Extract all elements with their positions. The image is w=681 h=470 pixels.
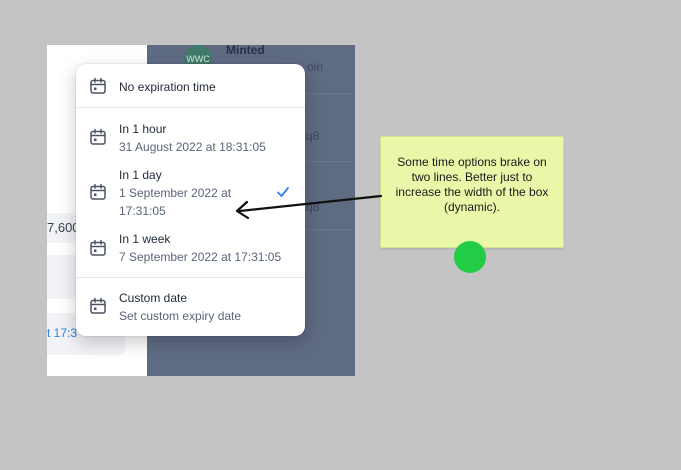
option-title: In 1 hour	[119, 122, 167, 136]
row-fragment: q8	[306, 129, 320, 143]
option-subtitle: Set custom expiry date	[119, 309, 242, 323]
option-title: Custom date	[119, 291, 188, 305]
calendar-icon	[90, 183, 106, 200]
option-1-week[interactable]: In 1 week 7 September 2022 at 17:31:05	[76, 222, 305, 276]
annotation-note: Some time options brake on two lines. Be…	[380, 136, 564, 248]
option-subtitle: 7 September 2022 at 17:31:05	[119, 250, 282, 264]
expiration-dropdown: No expiration time In 1 hour 31 August 2…	[76, 64, 305, 336]
calendar-icon	[90, 297, 106, 314]
option-1-hour[interactable]: In 1 hour 31 August 2022 at 18:31:05	[76, 108, 305, 156]
option-1-day[interactable]: In 1 day 1 September 2022 at 17:31:05	[76, 156, 305, 222]
expiry-field-value[interactable]: t 17:3	[47, 326, 77, 340]
option-custom-date[interactable]: Custom date Set custom expiry date	[76, 278, 305, 334]
calendar-icon	[90, 239, 106, 256]
calendar-icon	[90, 77, 106, 94]
row-title: Minted	[226, 45, 265, 57]
amount-field-value: 7,600	[47, 220, 80, 235]
option-no-expiration[interactable]: No expiration time	[76, 64, 305, 107]
row-fragment: q8	[306, 200, 320, 214]
row-fragment: oin	[307, 60, 324, 74]
option-title: In 1 day	[119, 168, 162, 182]
check-icon	[277, 187, 289, 197]
option-title: In 1 week	[119, 232, 171, 246]
option-title: No expiration time	[119, 80, 216, 94]
annotation-note-text: Some time options brake on two lines. Be…	[395, 155, 549, 214]
annotation-status-dot	[454, 241, 486, 273]
option-subtitle: 31 August 2022 at 18:31:05	[119, 140, 266, 154]
calendar-icon	[90, 128, 106, 145]
option-subtitle: 1 September 2022 at 17:31:05	[119, 186, 232, 218]
